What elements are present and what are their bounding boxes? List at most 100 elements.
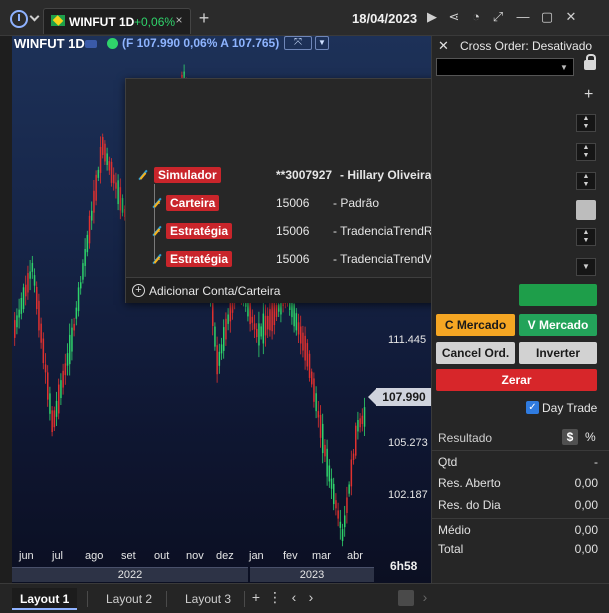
candle-body [352, 453, 355, 461]
tab-close-icon[interactable]: × [172, 13, 186, 27]
candle-body [333, 483, 335, 505]
candle-body [359, 418, 361, 428]
result-row: Res. do Dia 0,00 [432, 494, 609, 514]
month-label: ago [85, 550, 104, 562]
candle-body [60, 380, 62, 399]
candle-body [119, 187, 122, 211]
candle-body [363, 407, 366, 427]
cross-order-icon: ✕ [438, 38, 449, 53]
add-tab-button[interactable]: + [196, 9, 212, 27]
account-icon [150, 196, 164, 210]
layout-tab-3[interactable]: Layout 3 [177, 588, 239, 610]
clock-icon[interactable]: ◔ [468, 9, 484, 25]
buy-limit-button[interactable] [519, 284, 597, 306]
candle-body [249, 302, 251, 325]
add-layout-button[interactable]: + [249, 589, 263, 605]
candle-body [319, 414, 322, 438]
candle-body [29, 271, 31, 279]
day-trade-label: Day Trade [542, 401, 598, 415]
day-trade-toggle[interactable]: ✓ Day Trade [526, 400, 606, 416]
cross-order-label: Cross Order: Desativado [460, 39, 593, 53]
row-value: - [594, 455, 598, 469]
layout-tab-2[interactable]: Layout 2 [98, 588, 160, 610]
reverse-button[interactable]: Inverter [519, 342, 597, 364]
chart-tools-button[interactable]: ⤧ [284, 36, 312, 50]
candle-body [341, 529, 344, 542]
chart-tab[interactable]: WINFUT 1D +0,06% × [43, 8, 191, 34]
share-icon[interactable]: ⋖ [446, 9, 462, 25]
row-key: Res. Aberto [438, 476, 501, 490]
candle-body [102, 137, 104, 155]
candle-body [322, 423, 324, 454]
month-label: jun [19, 550, 34, 562]
row-value: 0,00 [574, 542, 598, 556]
stepper-button[interactable]: ▲ ▼ [576, 172, 596, 190]
candle-body [49, 393, 51, 414]
cancel-orders-button[interactable]: Cancel Ord. [436, 342, 515, 364]
status-dot-icon [107, 38, 118, 49]
candle-body [73, 323, 75, 331]
price-tick: 105.273 [388, 437, 428, 449]
square-button[interactable] [576, 200, 596, 220]
year-band: 2022 [12, 567, 248, 582]
sell-market-button[interactable]: V Mercado [519, 314, 597, 336]
plus-icon[interactable]: + [584, 86, 593, 104]
layout-bar: Layout 1 Layout 2 Layout 3 + ⋮ ‹ › › [0, 583, 609, 613]
currency-toggle-button[interactable]: $ [562, 429, 578, 445]
app-logo-icon[interactable] [10, 10, 28, 28]
cross-order-row[interactable]: ✕ Cross Order: Desativado [432, 36, 609, 56]
chevron-right-icon[interactable]: › [418, 589, 432, 605]
candle-body [271, 302, 273, 332]
candle-body [97, 169, 100, 178]
minimize-icon[interactable]: — [515, 9, 531, 25]
percent-toggle-button[interactable]: % [585, 430, 596, 444]
candle-body [58, 384, 60, 414]
close-icon[interactable]: ✕ [563, 9, 579, 25]
candle-body [328, 465, 331, 482]
candle-body [117, 180, 119, 205]
lock-icon[interactable] [584, 54, 596, 70]
more-icon[interactable]: ⋮ [268, 589, 282, 606]
month-label: abr [347, 550, 363, 562]
expand-icon[interactable]: ⤢ [490, 9, 506, 25]
candle-body [313, 378, 315, 402]
candle-body [64, 363, 67, 376]
account-icon [136, 168, 150, 182]
chevron-down-icon[interactable]: ▼ [576, 258, 596, 276]
add-account-icon[interactable]: + [132, 284, 145, 297]
chevron-right-icon[interactable]: › [304, 589, 318, 605]
last-price-tag: 107.990 [368, 388, 432, 406]
account-icon [150, 224, 164, 238]
stepper-button[interactable]: ▲ ▼ [576, 143, 596, 161]
result-row: Total 0,00 [432, 538, 609, 558]
candle-body [75, 307, 78, 319]
play-icon[interactable]: ▶ [424, 9, 440, 25]
checkbox-checked-icon[interactable]: ✓ [526, 401, 539, 414]
candle-body [350, 459, 353, 487]
account-type-badge: Carteira [166, 195, 220, 211]
maximize-icon[interactable]: ▢ [539, 9, 555, 25]
candle-body [300, 326, 302, 344]
stepper-button[interactable]: ▲ ▼ [576, 228, 596, 246]
result-row: Qtd - [432, 450, 609, 470]
candle-body [223, 327, 225, 351]
chevron-down-icon[interactable]: ▼ [560, 63, 568, 72]
price-tick: 102.187 [388, 489, 428, 501]
candle-body [308, 353, 311, 378]
candle-body [88, 215, 91, 244]
layout-tab-1[interactable]: Layout 1 [12, 588, 78, 610]
date-label: 18/04/2023 [352, 11, 418, 26]
stepper-button[interactable]: ▲ ▼ [576, 114, 596, 132]
account-select[interactable] [436, 58, 574, 76]
chevron-down-icon[interactable]: ▼ [315, 36, 329, 50]
chevron-left-icon[interactable]: ‹ [287, 589, 301, 605]
chevron-down-icon[interactable] [29, 11, 40, 22]
add-account-button[interactable]: Adicionar Conta/Carteira [149, 284, 280, 298]
candle-body [25, 284, 27, 297]
buy-market-button[interactable]: C Mercado [436, 314, 515, 336]
close-position-button[interactable]: Zerar [436, 369, 597, 391]
candle-body [306, 343, 309, 367]
brazil-flag-icon [51, 15, 65, 26]
scroll-handle[interactable] [398, 590, 414, 606]
candle-body [212, 301, 214, 326]
